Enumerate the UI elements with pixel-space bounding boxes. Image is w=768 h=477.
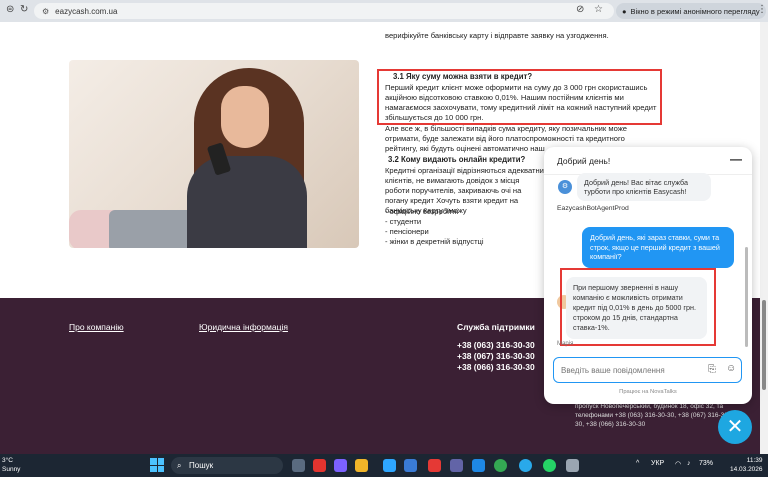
app-l-icon[interactable] — [428, 459, 441, 472]
list-item: - офіційно безробітні — [385, 207, 459, 216]
bot-avatar-icon: ⚙ — [558, 180, 572, 194]
battery-indicator[interactable]: 73% — [699, 460, 713, 467]
eligible-list: - офіційно безробітні - студенти - пенсі… — [385, 207, 484, 247]
copilot-icon[interactable] — [334, 459, 347, 472]
chat-message-input[interactable] — [561, 363, 701, 377]
taskbar-search[interactable]: ⌕ Пошук — [171, 457, 283, 474]
incognito-badge[interactable]: ● Вікно в режимі анонімного перегляду — [616, 3, 766, 19]
bot-agent-name: EazycashBotAgentProd — [557, 205, 629, 212]
close-icon: ✕ — [726, 416, 744, 438]
chat-title: Добрий день! — [557, 156, 611, 166]
clock-date: 14.03.2026 — [730, 466, 763, 473]
file-explorer-icon[interactable] — [355, 459, 368, 472]
browser-toolbar: ⊜ ↻ ⚙ eazycash.com.ua ⊘ ☆ ● Вікно в режи… — [0, 0, 768, 22]
teams-icon[interactable] — [450, 459, 463, 472]
incognito-label: Вікно в режимі анонімного перегляду — [630, 6, 760, 16]
app-icon[interactable] — [566, 459, 579, 472]
taskbar-search-label: Пошук — [189, 461, 214, 470]
language-indicator[interactable]: УКР — [651, 460, 664, 467]
chat-scrollbar[interactable] — [745, 247, 748, 347]
page-scrollbar-thumb[interactable] — [762, 300, 766, 390]
chat-widget: Добрий день! — ⚙ Добрий день! Вас вітає … — [544, 147, 752, 404]
volume-icon[interactable]: ♪ — [687, 460, 691, 467]
url-text: eazycash.com.ua — [55, 6, 118, 16]
article-top-line: верифікуйте банківську карту і відправте… — [385, 31, 609, 40]
chat-input-box[interactable]: ⎘ ☺ — [553, 357, 742, 383]
clock[interactable]: 11:39 14.03.2026 — [730, 456, 763, 474]
attach-icon[interactable]: ⎘ — [708, 364, 716, 375]
highlight-box-article — [377, 69, 662, 125]
highlight-box-agent-reply — [560, 268, 716, 346]
phone-number[interactable]: +38 (063) 316-30-30 — [457, 340, 535, 350]
reload-icon[interactable]: ↻ — [20, 4, 28, 15]
support-title: Служба підтримки — [457, 322, 535, 332]
minimize-icon[interactable]: — — [730, 152, 742, 166]
weather-desc: Sunny — [2, 466, 21, 473]
weather-temp: 3°C — [2, 457, 13, 464]
site-info-icon[interactable]: ⊜ — [6, 4, 14, 15]
footer-link-about[interactable]: Про компанію — [69, 322, 124, 332]
start-button-icon[interactable] — [150, 458, 164, 472]
list-item: - пенсіонери — [385, 227, 429, 236]
weather-widget[interactable]: 3°C Sunny — [2, 456, 20, 474]
chat-header: Добрий день! — — [544, 147, 752, 175]
bookmark-star-icon[interactable]: ☆ — [594, 4, 603, 15]
powered-by[interactable]: Працює на NovaTalks — [544, 389, 752, 395]
list-item: - студенти — [385, 217, 422, 226]
task-view-icon[interactable] — [292, 459, 305, 472]
tray-chevron-icon[interactable]: ^ — [636, 460, 639, 467]
incognito-icon: ● — [622, 6, 627, 16]
woman-with-phone-image — [69, 60, 359, 248]
store-icon[interactable] — [404, 459, 417, 472]
user-message: Добрий день, які зараз ставки, суми та с… — [582, 227, 734, 268]
eye-off-icon[interactable]: ⊘ — [576, 4, 584, 15]
chrome-icon[interactable] — [494, 459, 507, 472]
list-item: - жінки в декретній відпустці — [385, 237, 484, 246]
bot-message: Добрий день! Вас вітає служба турботи пр… — [577, 173, 711, 201]
footer-link-legal[interactable]: Юридична інформація — [199, 322, 288, 332]
whatsapp-icon[interactable] — [543, 459, 556, 472]
heading-who-gets-loans: 3.2 Кому видають онлайн кредити? — [388, 155, 526, 164]
emoji-icon[interactable]: ☺ — [726, 363, 736, 374]
edge-icon[interactable] — [383, 459, 396, 472]
search-icon: ⌕ — [177, 461, 182, 470]
clock-time: 11:39 — [746, 457, 763, 464]
wifi-icon[interactable]: ◠ — [675, 460, 681, 468]
address-bar[interactable]: ⚙ eazycash.com.ua — [34, 3, 614, 19]
telegram-icon[interactable] — [519, 459, 532, 472]
dropbox-icon[interactable] — [472, 459, 485, 472]
windows-taskbar: 3°C Sunny ⌕ Пошук ^ УКР ◠ ♪ 73% 11:39 14… — [0, 454, 768, 477]
tune-icon[interactable]: ⚙ — [42, 7, 49, 16]
agent-signature: Марія — [557, 341, 574, 347]
footer-address: пропуск Новопечерський, будинок 18, офіс… — [575, 403, 731, 428]
close-chat-button[interactable]: ✕ — [718, 410, 752, 444]
kebab-menu-icon[interactable]: ⋮ — [757, 4, 767, 15]
phone-number[interactable]: +38 (066) 316-30-30 — [457, 362, 535, 372]
phone-number[interactable]: +38 (067) 316-30-30 — [457, 351, 535, 361]
opera-icon[interactable] — [313, 459, 326, 472]
